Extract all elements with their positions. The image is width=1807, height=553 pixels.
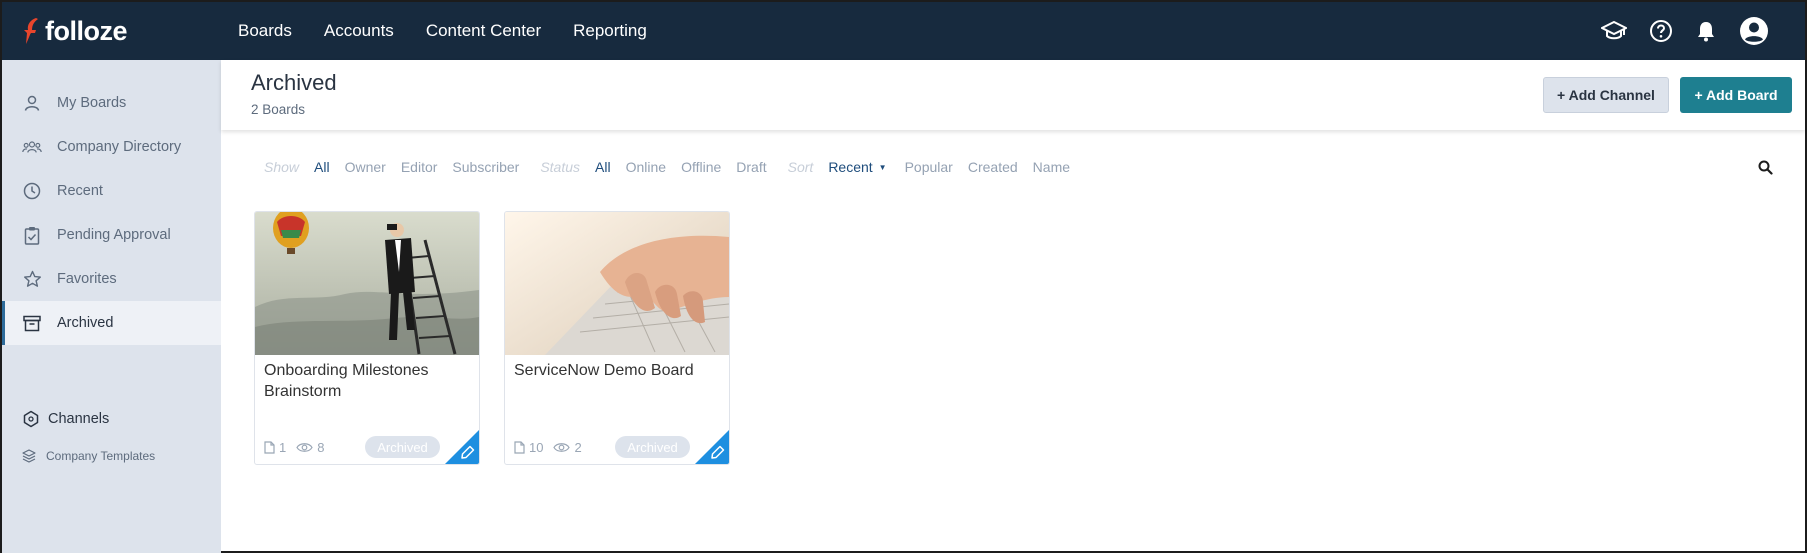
top-navigation-bar: folloze Boards Accounts Content Center R…	[2, 2, 1805, 60]
help-icon[interactable]	[1649, 19, 1673, 43]
views-count-value: 2	[574, 439, 582, 455]
caret-down-icon[interactable]: ▼	[879, 163, 887, 172]
folloze-flame-icon	[24, 18, 38, 44]
sidebar: My Boards Company Directory Recent Pendi…	[2, 60, 221, 553]
star-icon	[22, 269, 42, 289]
board-thumbnail[interactable]	[505, 212, 729, 355]
sidebar-item-label: Recent	[57, 183, 103, 199]
edit-pencil-icon[interactable]	[695, 430, 729, 464]
status-badge: Archived	[615, 436, 690, 458]
board-stats: 10 2	[514, 438, 592, 456]
sort-name[interactable]: Name	[1033, 159, 1070, 175]
nav-accounts[interactable]: Accounts	[324, 21, 394, 41]
sort-label: Sort	[787, 159, 814, 175]
search-icon[interactable]	[1758, 160, 1773, 175]
sidebar-item-recent[interactable]: Recent	[2, 169, 221, 213]
status-filter-label: Status	[540, 159, 581, 175]
add-channel-button[interactable]: + Add Channel	[1543, 77, 1669, 113]
items-count-value: 10	[529, 439, 544, 455]
sort-recent[interactable]: Recent	[828, 159, 872, 175]
layers-icon	[22, 449, 36, 463]
show-filter-label: Show	[264, 159, 300, 175]
views-count: 2	[553, 439, 582, 455]
folloze-logo[interactable]: folloze	[22, 16, 238, 47]
group-icon	[22, 137, 42, 157]
sidebar-item-label: Company Directory	[57, 139, 182, 155]
page-title: Archived	[251, 70, 337, 95]
bell-icon[interactable]	[1695, 19, 1717, 43]
nav-reporting[interactable]: Reporting	[573, 21, 647, 41]
sort-popular[interactable]: Popular	[905, 159, 953, 175]
channels-icon	[22, 410, 40, 428]
views-count: 8	[296, 440, 324, 455]
sidebar-item-label: Archived	[57, 315, 114, 331]
sort-created[interactable]: Created	[968, 159, 1018, 175]
board-thumbnail[interactable]	[255, 212, 479, 355]
sidebar-item-label: Pending Approval	[57, 227, 171, 243]
sidebar-item-label: My Boards	[57, 95, 127, 111]
filter-bar: Show All Owner Editor Subscriber Status …	[264, 157, 1085, 177]
sidebar-item-favorites[interactable]: Favorites	[2, 257, 221, 301]
eye-icon	[296, 442, 313, 452]
show-filter-owner[interactable]: Owner	[345, 159, 386, 175]
sidebar-item-pending-approval[interactable]: Pending Approval	[2, 213, 221, 257]
channels-label: Channels	[48, 411, 110, 427]
sidebar-item-archived[interactable]: Archived	[2, 301, 221, 345]
sidebar-item-channels[interactable]: Channels	[2, 404, 221, 434]
top-icon-group	[1601, 2, 1769, 60]
board-card[interactable]: Onboarding Milestones Brainstorm 1 8 Arc…	[254, 211, 480, 465]
board-card[interactable]: ServiceNow Demo Board 10 2 Archived	[504, 211, 730, 465]
templates-label: Company Templates	[46, 449, 156, 463]
user-icon	[22, 93, 42, 113]
sidebar-item-company-directory[interactable]: Company Directory	[2, 125, 221, 169]
eye-icon	[553, 442, 571, 452]
page-header: Archived 2 Boards + Add Channel + Add Bo…	[221, 60, 1805, 130]
main-nav: Boards Accounts Content Center Reporting	[238, 21, 647, 41]
status-filter-offline[interactable]: Offline	[681, 159, 721, 175]
graduation-cap-icon[interactable]	[1601, 20, 1627, 42]
document-icon	[264, 440, 275, 454]
status-filter-online[interactable]: Online	[626, 159, 666, 175]
edit-pencil-icon[interactable]	[445, 430, 479, 464]
document-icon	[514, 440, 525, 454]
show-filter-editor[interactable]: Editor	[401, 159, 438, 175]
status-filter-all[interactable]: All	[595, 159, 611, 175]
add-board-button[interactable]: + Add Board	[1680, 77, 1792, 113]
items-count-value: 1	[279, 439, 287, 455]
board-title[interactable]: ServiceNow Demo Board	[514, 360, 719, 381]
status-filter-draft[interactable]: Draft	[736, 159, 766, 175]
sidebar-item-my-boards[interactable]: My Boards	[2, 81, 221, 125]
nav-boards[interactable]: Boards	[238, 21, 292, 41]
status-badge: Archived	[365, 436, 440, 458]
clock-icon	[22, 181, 42, 201]
board-count: 2 Boards	[251, 102, 306, 117]
clipboard-check-icon	[22, 225, 42, 245]
views-count-value: 8	[317, 439, 325, 455]
user-account-icon[interactable]	[1739, 16, 1769, 46]
sidebar-item-company-templates[interactable]: Company Templates	[2, 444, 221, 468]
items-count: 10	[514, 440, 543, 455]
show-filter-all[interactable]: All	[314, 159, 330, 175]
sidebar-item-label: Favorites	[57, 271, 117, 287]
items-count: 1	[264, 440, 286, 455]
archive-icon	[22, 313, 42, 333]
logo-text: folloze	[45, 15, 128, 46]
show-filter-subscriber[interactable]: Subscriber	[452, 159, 519, 175]
board-stats: 1 8	[264, 438, 334, 456]
board-title[interactable]: Onboarding Milestones Brainstorm	[264, 360, 469, 402]
nav-content-center[interactable]: Content Center	[426, 21, 541, 41]
